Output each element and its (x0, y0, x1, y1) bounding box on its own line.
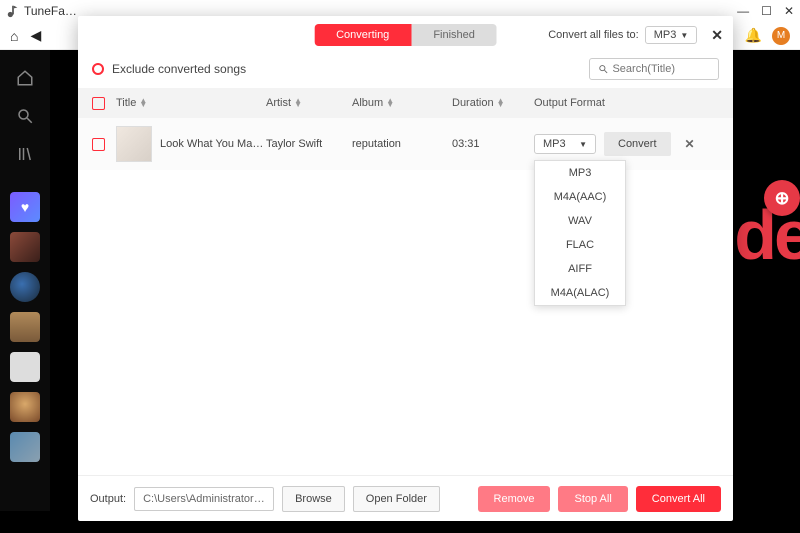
col-format: Output Format (534, 97, 719, 109)
playlist-thumb[interactable] (10, 432, 40, 462)
sort-icon: ▲▼ (497, 99, 505, 107)
track-duration: 03:31 (452, 138, 534, 150)
row-format-value: MP3 (543, 138, 566, 150)
library-home-icon[interactable] (15, 68, 35, 88)
format-option[interactable]: M4A(ALAC) (535, 281, 625, 305)
playlist-thumb[interactable] (10, 352, 40, 382)
add-bubble-icon[interactable]: ⊕ (764, 180, 800, 216)
search-input[interactable] (612, 63, 710, 75)
convert-all-control: Convert all files to: MP3 ▼ ✕ (548, 26, 723, 44)
track-artist: Taylor Swift (266, 138, 352, 150)
track-title: Look What You Ma… (160, 138, 263, 150)
format-dropdown: MP3 M4A(AAC) WAV FLAC AIFF M4A(ALAC) (534, 160, 626, 306)
stop-all-button[interactable]: Stop All (558, 486, 627, 512)
converter-modal: Converting Finished Convert all files to… (78, 16, 733, 521)
tracks-table: Title▲▼ Artist▲▼ Album▲▼ Duration▲▼ Outp… (78, 88, 733, 475)
maximize-button[interactable]: ☐ (761, 4, 772, 18)
tab-converting[interactable]: Converting (314, 24, 411, 46)
modal-footer: Output: C:\Users\Administrator\Des… Brow… (78, 475, 733, 521)
row-format-select[interactable]: MP3 ▼ (534, 134, 596, 154)
search-icon (598, 63, 608, 75)
convert-button[interactable]: Convert (604, 132, 671, 156)
tab-finished[interactable]: Finished (411, 24, 497, 46)
format-option[interactable]: MP3 (535, 161, 625, 185)
output-label: Output: (90, 493, 126, 505)
col-title[interactable]: Title▲▼ (116, 97, 266, 109)
modal-header: Converting Finished Convert all files to… (78, 20, 733, 50)
table-row: Look What You Ma… Taylor Swift reputatio… (78, 118, 733, 170)
app-sidebar: ♥ (0, 50, 50, 511)
close-window-button[interactable]: ✕ (784, 4, 794, 18)
options-row: Exclude converted songs (78, 50, 733, 88)
row-checkbox[interactable] (92, 138, 105, 151)
format-option[interactable]: M4A(AAC) (535, 185, 625, 209)
liked-songs-thumb[interactable]: ♥ (10, 192, 40, 222)
close-modal-button[interactable]: ✕ (711, 27, 723, 44)
app-title: TuneFa… (24, 4, 77, 18)
playlist-thumb[interactable] (10, 392, 40, 422)
remove-row-button[interactable]: ✕ (685, 137, 695, 151)
app-logo-icon (6, 4, 20, 18)
open-folder-button[interactable]: Open Folder (353, 486, 440, 512)
exclude-converted-radio[interactable] (92, 63, 104, 75)
convert-all-label: Convert all files to: (548, 29, 638, 41)
chevron-down-icon: ▼ (680, 31, 688, 40)
library-icon[interactable] (15, 144, 35, 164)
bell-icon[interactable]: 🔔 (745, 27, 762, 44)
sort-icon: ▲▼ (386, 99, 394, 107)
output-path: C:\Users\Administrator\Des… (134, 487, 274, 511)
exclude-label: Exclude converted songs (112, 62, 246, 76)
format-option[interactable]: FLAC (535, 233, 625, 257)
format-option[interactable]: AIFF (535, 257, 625, 281)
sort-icon: ▲▼ (294, 99, 302, 107)
search-box[interactable] (589, 58, 719, 80)
back-icon[interactable]: ◀ (30, 27, 41, 44)
col-artist[interactable]: Artist▲▼ (266, 97, 352, 109)
col-album[interactable]: Album▲▼ (352, 97, 452, 109)
playlist-thumb[interactable] (10, 312, 40, 342)
browse-button[interactable]: Browse (282, 486, 345, 512)
minimize-button[interactable]: — (737, 4, 749, 18)
avatar[interactable]: M (772, 27, 790, 45)
remove-button[interactable]: Remove (478, 486, 551, 512)
format-option[interactable]: WAV (535, 209, 625, 233)
select-all-checkbox[interactable] (92, 97, 105, 110)
search-icon[interactable] (15, 106, 35, 126)
home-icon[interactable]: ⌂ (10, 28, 18, 44)
sort-icon: ▲▼ (139, 99, 147, 107)
col-duration[interactable]: Duration▲▼ (452, 97, 534, 109)
table-header: Title▲▼ Artist▲▼ Album▲▼ Duration▲▼ Outp… (78, 88, 733, 118)
album-cover (116, 126, 152, 162)
chevron-down-icon: ▼ (579, 140, 587, 149)
track-album: reputation (352, 138, 452, 150)
playlist-thumb[interactable] (10, 232, 40, 262)
playlist-thumb[interactable] (10, 272, 40, 302)
convert-all-button[interactable]: Convert All (636, 486, 721, 512)
convert-all-format-value: MP3 (654, 29, 677, 41)
tabset: Converting Finished (314, 24, 497, 46)
convert-all-format-select[interactable]: MP3 ▼ (645, 26, 698, 44)
sidebar-thumbs: ♥ (10, 192, 40, 462)
